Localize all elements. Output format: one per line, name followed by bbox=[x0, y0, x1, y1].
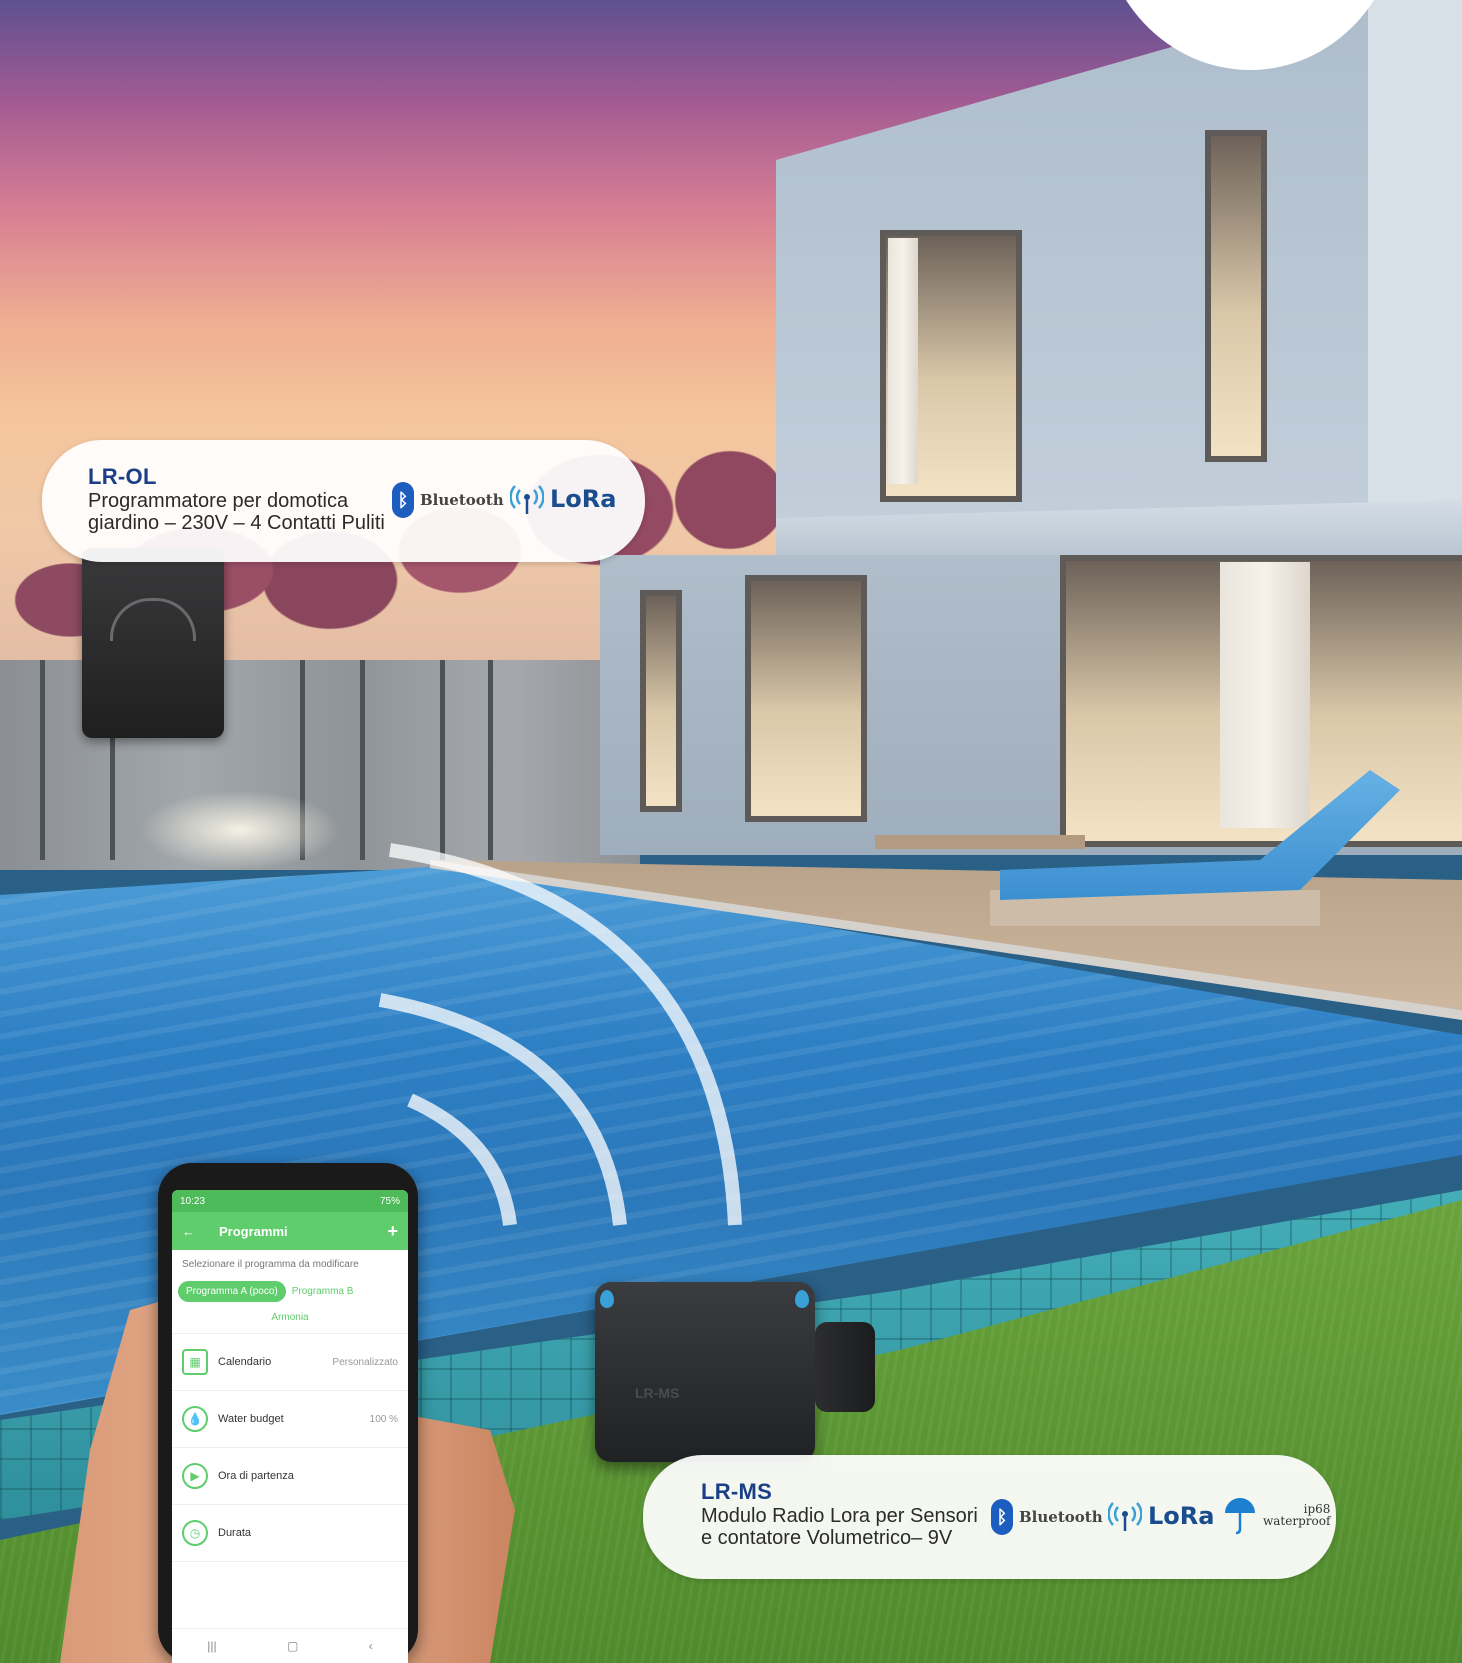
lower-window bbox=[745, 575, 867, 822]
recent-apps-icon[interactable]: ||| bbox=[207, 1639, 216, 1653]
product-model: LR-OL bbox=[88, 464, 157, 489]
lr-ms-connector bbox=[815, 1322, 875, 1412]
house-side-wall bbox=[1368, 0, 1462, 555]
tab-program-b[interactable]: Programma B bbox=[292, 1286, 354, 1297]
wall-divider bbox=[440, 660, 445, 860]
lora-label: LoRa bbox=[1148, 1502, 1215, 1530]
upper-window-narrow bbox=[1205, 130, 1267, 462]
setting-row-water-budget[interactable]: 💧 Water budget 100 % bbox=[172, 1391, 408, 1448]
curtain bbox=[1220, 562, 1310, 828]
setting-row-duration[interactable]: ◷ Durata bbox=[172, 1505, 408, 1562]
product-card-lr-ol: LR-OL Programmatore per domotica giardin… bbox=[42, 440, 645, 562]
setting-row-start-time[interactable]: ▶ Ora di partenza bbox=[172, 1448, 408, 1505]
tab-program-a[interactable]: Programma A (poco) bbox=[178, 1281, 286, 1302]
umbrella-icon bbox=[1225, 1498, 1255, 1535]
setting-value: Personalizzato bbox=[332, 1356, 398, 1368]
program-tabs: Programma A (poco) Programma B bbox=[172, 1277, 408, 1306]
back-arrow-icon[interactable]: ← bbox=[182, 1224, 195, 1239]
lower-window-narrow bbox=[640, 590, 682, 812]
phone-status-bar: 10:23 75% bbox=[172, 1190, 408, 1212]
screen-instruction: Selezionare il programma da modificare bbox=[182, 1259, 359, 1270]
product-description-line1: Programmatore per domotica bbox=[88, 490, 349, 512]
add-icon[interactable]: + bbox=[387, 1221, 398, 1242]
lr-ms-module-image bbox=[595, 1282, 815, 1462]
bluetooth-badge: ᛒ Bluetooth bbox=[392, 482, 504, 518]
water-drop-icon: 💧 bbox=[182, 1406, 208, 1432]
product-description-line1: Modulo Radio Lora per Sensori bbox=[701, 1505, 978, 1527]
wall-divider bbox=[488, 660, 493, 860]
setting-label: Durata bbox=[218, 1527, 252, 1539]
bluetooth-label: Bluetooth bbox=[420, 491, 504, 509]
tab-armonia[interactable]: Armonia bbox=[172, 1306, 408, 1334]
setting-value: 100 % bbox=[369, 1413, 398, 1425]
coffee-table bbox=[875, 835, 1085, 849]
device-engraved-label: LR-MS bbox=[635, 1385, 680, 1401]
status-time: 10:23 bbox=[180, 1195, 206, 1207]
setting-label: Water budget bbox=[218, 1413, 284, 1425]
waterproof-badge: ip68 waterproof bbox=[1223, 1495, 1330, 1535]
lora-label: LoRa bbox=[550, 485, 617, 513]
water-drop-icon bbox=[795, 1290, 809, 1308]
app-header: ← Programmi + bbox=[172, 1212, 408, 1250]
setting-label: Calendario bbox=[218, 1356, 272, 1368]
water-drop-icon bbox=[600, 1290, 614, 1308]
back-icon[interactable]: ‹ bbox=[369, 1639, 373, 1653]
lora-antenna-icon bbox=[1108, 1502, 1142, 1531]
lora-badge: LoRa bbox=[510, 482, 616, 516]
wall-divider bbox=[40, 660, 45, 860]
product-card-lr-ms: LR-MS Modulo Radio Lora per Sensori e co… bbox=[643, 1455, 1336, 1579]
setting-label: Ora di partenza bbox=[218, 1470, 294, 1482]
status-battery: 75% bbox=[379, 1195, 400, 1207]
waterproof-label: waterproof bbox=[1263, 1514, 1331, 1528]
bluetooth-badge: ᛒ Bluetooth bbox=[991, 1499, 1103, 1535]
lr-ol-controller-image bbox=[82, 548, 224, 738]
bluetooth-label: Bluetooth bbox=[1019, 1508, 1103, 1526]
curtain bbox=[888, 238, 918, 484]
setting-row-calendar[interactable]: ▦ Calendario Personalizzato bbox=[172, 1334, 408, 1391]
lora-antenna-icon bbox=[510, 485, 544, 514]
bluetooth-icon: ᛒ bbox=[991, 1499, 1013, 1535]
calendar-icon: ▦ bbox=[182, 1349, 208, 1375]
android-nav-bar: ||| ▢ ‹ bbox=[172, 1628, 408, 1663]
phone-screen: 10:23 75% ← Programmi + Selezionare il p… bbox=[172, 1190, 408, 1663]
clock-icon: ◷ bbox=[182, 1520, 208, 1546]
product-description-line2: giardino – 230V – 4 Contatti Puliti bbox=[88, 512, 385, 534]
bluetooth-icon: ᛒ bbox=[392, 482, 414, 518]
wall-divider bbox=[360, 660, 365, 860]
product-model: LR-MS bbox=[701, 1479, 773, 1504]
lora-badge: LoRa bbox=[1108, 1499, 1214, 1533]
play-icon: ▶ bbox=[182, 1463, 208, 1489]
app-title: Programmi bbox=[219, 1223, 288, 1239]
wall-light bbox=[140, 790, 340, 870]
product-description-line2: e contatore Volumetrico– 9V bbox=[701, 1527, 953, 1549]
home-icon[interactable]: ▢ bbox=[287, 1639, 298, 1653]
